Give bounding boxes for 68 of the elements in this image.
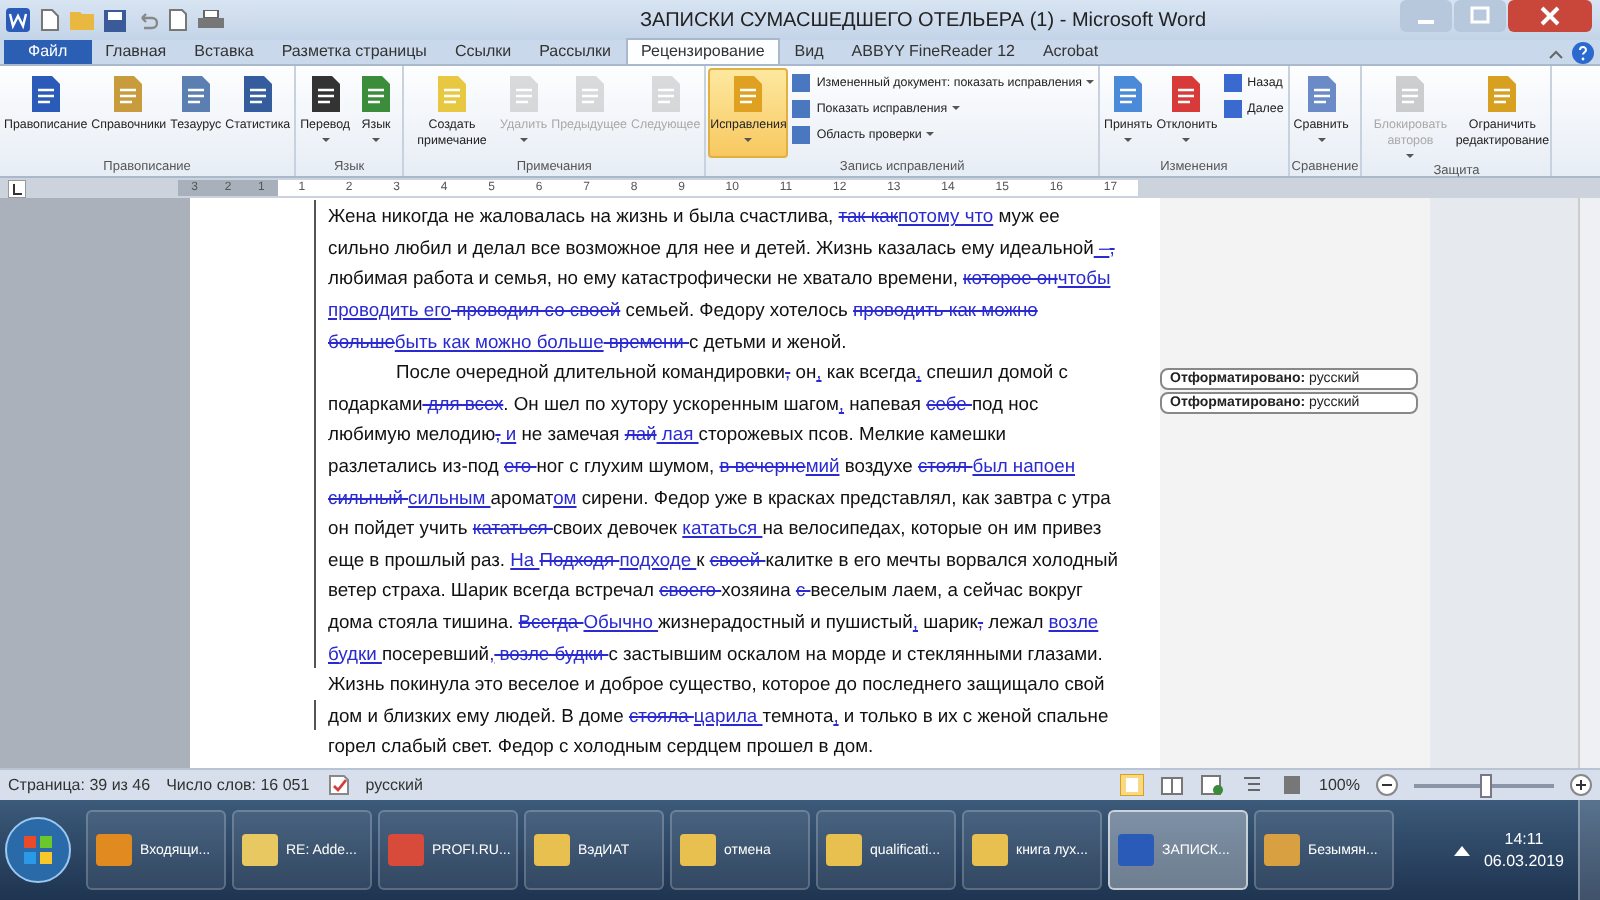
document-text-line: ветер страха. Шарик всегда встречал своего хозяина с веселым лаем, а сейчас вокруг — [328, 578, 1083, 601]
caret-icon — [519, 138, 528, 142]
clock-date: 06.03.2019 — [1483, 850, 1564, 872]
ribbon-tab[interactable]: Вид — [780, 40, 838, 64]
tab-selector-icon[interactable] — [8, 179, 26, 197]
document-text-line: сильный сильным ароматом сирени. Федор уже в красках представлял, как завтра с утра — [328, 485, 1111, 508]
word-logo-icon[interactable] — [6, 8, 30, 32]
new-document-icon[interactable] — [40, 8, 60, 32]
zoom-level[interactable]: 100% — [1319, 776, 1360, 794]
undo-icon[interactable] — [136, 9, 158, 31]
caret-icon — [951, 106, 960, 110]
ribbon-tab[interactable]: Вставка — [180, 40, 268, 64]
print-layout-icon[interactable] — [1119, 774, 1144, 796]
caret-icon — [1406, 154, 1415, 158]
language-status[interactable]: русский — [365, 776, 423, 794]
ribbon-tab[interactable]: Ссылки — [440, 40, 526, 64]
document-text-line: сильно любил и делал все возможное для нее и детей. Жизнь казалась ему идеальной –, — [328, 235, 1115, 258]
document-text-line: Жизнь покинула это веселое и доброе существо, которое до последнего защищало свой — [328, 672, 1105, 695]
document-text-line: он пойдет учить кататься своих девочек кататься на велосипедах, которые он им привез — [328, 516, 1102, 539]
document-text-line: подарками для всех. Он шел по хутору ускоренным шагом, напевая себе под нос — [328, 391, 1039, 414]
printer-icon[interactable] — [198, 9, 224, 31]
ribbon-tab[interactable]: Acrobat — [1028, 40, 1113, 64]
document-text-line: любимая работа и семья, но ему катастрофически не хватало времени, которое ончтобы — [328, 266, 1111, 289]
start-button-icon[interactable] — [4, 816, 72, 884]
zoom-out-icon[interactable] — [1376, 774, 1398, 796]
zoom-in-icon[interactable] — [1570, 774, 1592, 796]
reading-view-icon[interactable] — [1159, 774, 1184, 796]
ribbon-tab[interactable]: ABBYY FineReader 12 — [837, 40, 1029, 64]
document-text-line: большебыть как можно больше времени с детьми и женой. — [328, 329, 847, 352]
outline-view-icon[interactable] — [1239, 774, 1264, 796]
caret-icon — [1124, 138, 1133, 142]
ribbon-tab[interactable]: Рассылки — [525, 40, 626, 64]
document-text-line: еще в прошлый раз. На Подходя подходе к своей калитке в его мечты ворвался холодный — [328, 547, 1118, 570]
clock-time: 14:11 — [1504, 828, 1544, 850]
ribbon-tab[interactable]: Разметка страницы — [267, 40, 441, 64]
ribbon-tab[interactable]: Файл — [4, 40, 92, 64]
ribbon-tab[interactable]: Рецензирование — [625, 38, 781, 64]
print-preview-icon[interactable] — [168, 8, 188, 32]
close-icon[interactable] — [1508, 0, 1592, 32]
document-text-line: горел слабый свет. Федор с холодным сердцем прошел в дом. — [328, 734, 874, 757]
document-text-line: дом и близких ему людей. В доме стояла царила темнота, и только в их с женой спальне — [328, 703, 1109, 726]
web-layout-icon[interactable] — [1199, 774, 1224, 796]
caret-icon — [925, 132, 934, 136]
caret-icon — [372, 138, 381, 142]
caret-icon — [744, 138, 753, 142]
caret-icon — [321, 138, 330, 142]
document-text-line: проводить его проводил со своей семьей. Федору хотелось проводить как можно — [328, 298, 1038, 321]
document-text-line: разлетались из-под его ног с глухим шумом, в вечернемий воздухе стоял был напоен — [328, 454, 1075, 477]
draft-view-icon[interactable] — [1279, 774, 1304, 796]
help-icon[interactable] — [1572, 42, 1594, 64]
ribbon-tab[interactable]: Главная — [91, 40, 181, 64]
document-text-line: дома стояла тишина. Всегда Обычно жизнерадостный и пушистый, шарик, лежал возле — [328, 610, 1099, 633]
document-text-line: любимую мелодию, и не замечая лай лая сторожевых псов. Мелкие камешки — [328, 422, 1006, 445]
save-icon[interactable] — [104, 9, 126, 31]
caret-icon — [1086, 80, 1095, 84]
caret-icon — [1182, 138, 1191, 142]
window-title: ЗАПИСКИ СУМАСШЕДШЕГО ОТЕЛЬЕРА (1) - Microsoft Word — [637, 9, 1209, 31]
document-text-line: Жена никогда не жаловалась на жизнь и была счастлива, так какпотому что муж ее — [328, 204, 1060, 227]
vertical-scrollbar[interactable] — [1578, 198, 1600, 768]
collapse-ribbon-icon[interactable] — [1548, 47, 1564, 59]
word-count[interactable]: Число слов: 16 051 — [166, 776, 310, 794]
spelling-status-icon[interactable] — [325, 774, 350, 796]
zoom-slider-thumb[interactable] — [1480, 773, 1492, 797]
tray-arrow-icon[interactable] — [1453, 844, 1470, 856]
document-text-line: будки посеревший, возле будки с застывшим оскалом на морде и стеклянными глазами. — [328, 641, 1103, 664]
page-count[interactable]: Страница: 39 из 46 — [8, 776, 151, 794]
caret-icon — [1317, 138, 1326, 142]
document-text-line: После очередной длительной командировки, он, как всегда, спешил домой с — [394, 360, 1068, 383]
